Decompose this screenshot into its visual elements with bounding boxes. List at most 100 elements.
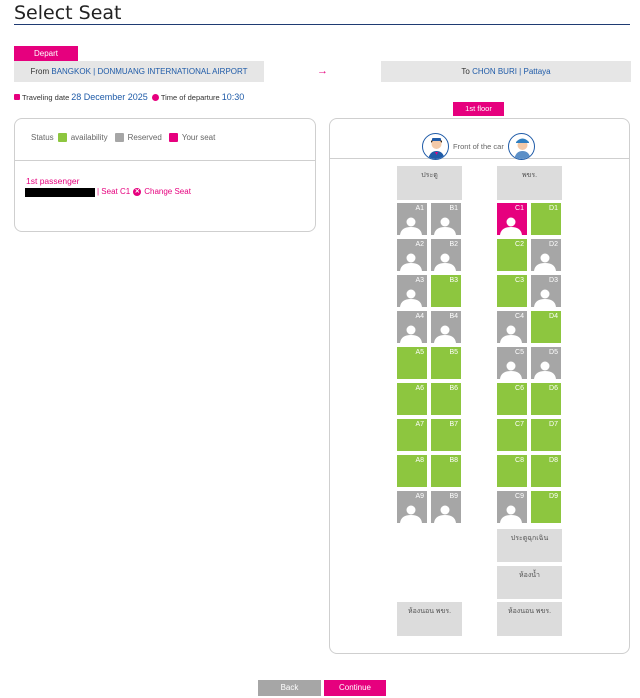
seat-label: B3 bbox=[449, 277, 458, 284]
seat-a4[interactable]: A4 bbox=[397, 311, 427, 343]
seat-d6[interactable]: D6 bbox=[531, 383, 561, 415]
seat-label: D1 bbox=[549, 205, 558, 212]
seat-label: A4 bbox=[415, 313, 424, 320]
emergency-door-area: ประตูฉุกเฉิน bbox=[497, 529, 562, 562]
stewardess-avatar-icon bbox=[422, 133, 449, 160]
seat-c2[interactable]: C2 bbox=[497, 239, 527, 271]
door-area: ประตู bbox=[397, 166, 462, 200]
seat-c6[interactable]: C6 bbox=[497, 383, 527, 415]
seat-label: A1 bbox=[415, 205, 424, 212]
reserved-legend-label: Reserved bbox=[127, 133, 162, 142]
seat-b1[interactable]: B1 bbox=[431, 203, 461, 235]
seat-label: B4 bbox=[449, 313, 458, 320]
seat-label: B6 bbox=[449, 385, 458, 392]
seat-label: A2 bbox=[415, 241, 424, 248]
seat-label: A9 bbox=[415, 493, 424, 500]
staff-rest-right: ห้องนอน พขร. bbox=[497, 602, 562, 636]
seat-label: B2 bbox=[449, 241, 458, 248]
arrow-right-icon: → bbox=[317, 65, 328, 77]
seat-a6[interactable]: A6 bbox=[397, 383, 427, 415]
traveling-date: 28 December 2025 bbox=[71, 92, 148, 102]
seat-d3[interactable]: D3 bbox=[531, 275, 561, 307]
seat-label: D8 bbox=[549, 457, 558, 464]
seat-b4[interactable]: B4 bbox=[431, 311, 461, 343]
seat-map-panel bbox=[329, 118, 630, 654]
seat-label: A3 bbox=[415, 277, 424, 284]
seat-label: B5 bbox=[449, 349, 458, 356]
seat-a2[interactable]: A2 bbox=[397, 239, 427, 271]
seat-a5[interactable]: A5 bbox=[397, 347, 427, 379]
seat-b2[interactable]: B2 bbox=[431, 239, 461, 271]
continue-button[interactable]: Continue bbox=[324, 680, 386, 696]
seat-d8[interactable]: D8 bbox=[531, 455, 561, 487]
person-icon bbox=[400, 505, 422, 523]
toilet-area: ห้องน้ำ bbox=[497, 566, 562, 599]
seat-c4[interactable]: C4 bbox=[497, 311, 527, 343]
depart-tab[interactable]: Depart bbox=[14, 46, 78, 61]
clock-icon bbox=[151, 93, 159, 101]
seat-label: D5 bbox=[549, 349, 558, 356]
seat-label: D3 bbox=[549, 277, 558, 284]
person-icon bbox=[500, 505, 522, 523]
seat-label: A6 bbox=[415, 385, 424, 392]
person-icon bbox=[434, 505, 456, 523]
seat-b6[interactable]: B6 bbox=[431, 383, 461, 415]
seat-label: C4 bbox=[515, 313, 524, 320]
title-divider bbox=[14, 24, 630, 25]
staff-rest-left: ห้องนอน พขร. bbox=[397, 602, 462, 636]
seat-b5[interactable]: B5 bbox=[431, 347, 461, 379]
seat-d2[interactable]: D2 bbox=[531, 239, 561, 271]
seat-label: B9 bbox=[449, 493, 458, 500]
seat-label: C9 bbox=[515, 493, 524, 500]
person-icon bbox=[500, 217, 522, 235]
your-seat-legend-label: Your seat bbox=[181, 133, 216, 142]
seat-a8[interactable]: A8 bbox=[397, 455, 427, 487]
seat-d4[interactable]: D4 bbox=[531, 311, 561, 343]
departure-time: 10:30 bbox=[221, 92, 245, 102]
seat-d5[interactable]: D5 bbox=[531, 347, 561, 379]
seat-label: D9 bbox=[549, 493, 558, 500]
travel-info: Traveling date 28 December 2025 Time of … bbox=[14, 92, 244, 102]
person-icon bbox=[534, 361, 556, 379]
available-legend-icon bbox=[57, 133, 67, 142]
seat-label: B1 bbox=[449, 205, 458, 212]
your-seat-legend-icon bbox=[168, 133, 178, 142]
seat-a1[interactable]: A1 bbox=[397, 203, 427, 235]
driver-avatar-icon bbox=[508, 133, 535, 160]
back-button[interactable]: Back bbox=[258, 680, 321, 696]
seat-c7[interactable]: C7 bbox=[497, 419, 527, 451]
to-city: CHON BURI | Pattaya bbox=[472, 67, 551, 76]
seat-d9[interactable]: D9 bbox=[531, 491, 561, 523]
person-icon bbox=[400, 217, 422, 235]
tab-1st-floor[interactable]: 1st floor bbox=[453, 102, 504, 116]
seat-c9[interactable]: C9 bbox=[497, 491, 527, 523]
person-icon bbox=[534, 253, 556, 271]
seat-label: C8 bbox=[515, 457, 524, 464]
person-icon bbox=[434, 217, 456, 235]
seat-b7[interactable]: B7 bbox=[431, 419, 461, 451]
seat-b8[interactable]: B8 bbox=[431, 455, 461, 487]
panel-divider bbox=[15, 160, 315, 161]
seat-c3[interactable]: C3 bbox=[497, 275, 527, 307]
seat-a7[interactable]: A7 bbox=[397, 419, 427, 451]
seat-b3[interactable]: B3 bbox=[431, 275, 461, 307]
seat-label: A5 bbox=[415, 349, 424, 356]
seat-label: D6 bbox=[549, 385, 558, 392]
seat-a3[interactable]: A3 bbox=[397, 275, 427, 307]
status-label: Status bbox=[31, 133, 54, 142]
from-city: BANGKOK | DONMUANG INTERNATIONAL AIRPORT bbox=[51, 67, 248, 76]
seat-a9[interactable]: A9 bbox=[397, 491, 427, 523]
close-icon[interactable]: ✕ bbox=[133, 187, 142, 196]
calendar-icon bbox=[14, 94, 20, 100]
seat-c5[interactable]: C5 bbox=[497, 347, 527, 379]
seat-d7[interactable]: D7 bbox=[531, 419, 561, 451]
change-seat-link[interactable]: Change Seat bbox=[144, 187, 191, 196]
seat-c1[interactable]: C1 bbox=[497, 203, 527, 235]
front-divider bbox=[329, 158, 630, 159]
seat-c8[interactable]: C8 bbox=[497, 455, 527, 487]
available-legend-label: availability bbox=[70, 133, 108, 142]
seat-b9[interactable]: B9 bbox=[431, 491, 461, 523]
seat-d1[interactable]: D1 bbox=[531, 203, 561, 235]
seat-label: C6 bbox=[515, 385, 524, 392]
seat-label: D4 bbox=[549, 313, 558, 320]
